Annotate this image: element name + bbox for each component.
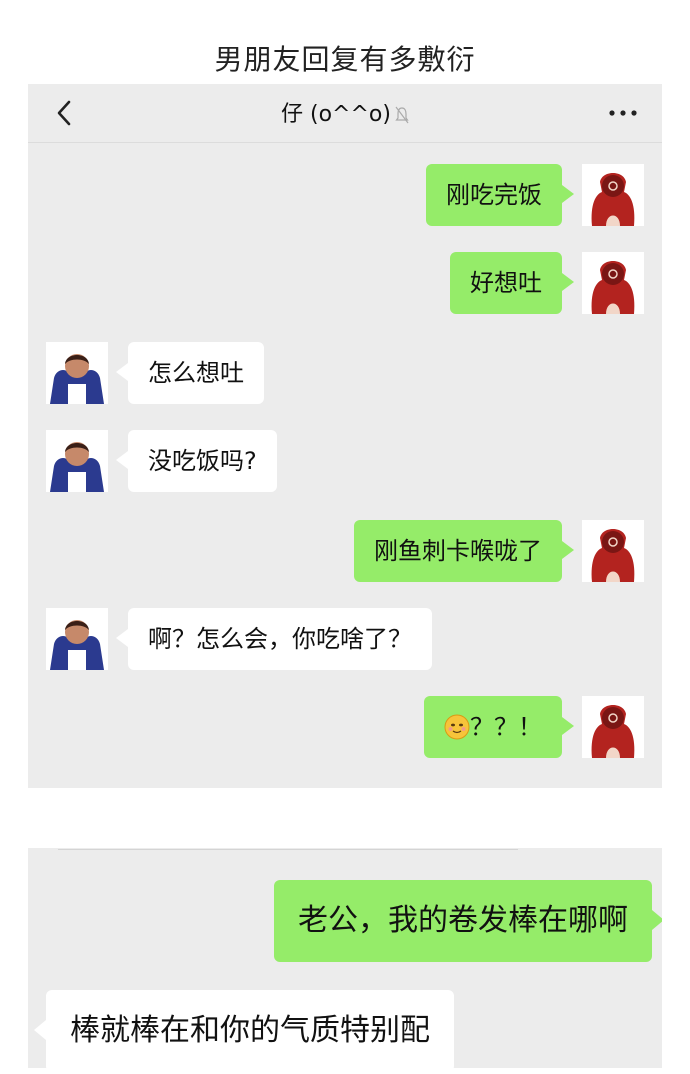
my-message-bubble[interactable]: 刚鱼刺卡喉咙了 (354, 520, 574, 582)
my-message-text: ？？！ (470, 713, 542, 741)
my-avatar[interactable] (582, 696, 644, 758)
friend-message-bubble[interactable]: 啊？怎么会，你吃啥了？ (116, 608, 432, 670)
mute-bell-icon (395, 106, 409, 124)
friend-avatar[interactable] (46, 608, 108, 670)
page-title: 男朋友回复有多敷衍 (214, 43, 476, 76)
chat-nav-bar: 仔 (o^^o) (28, 84, 662, 143)
my-message-bubble[interactable]: 刚吃完饭 (426, 164, 574, 226)
chat-title-text: 仔 (o^^o) (281, 102, 391, 127)
chat-screenshot-1: 仔 (o^^o) 刚吃完饭 好想吐 怎么想吐 没吃饭吗? 刚鱼刺卡喉咙了 啊？怎… (28, 84, 662, 788)
my-message-bubble[interactable]: 老公，我的卷发棒在哪啊 (274, 880, 662, 962)
friend-avatar[interactable] (46, 430, 108, 492)
my-avatar[interactable] (582, 164, 644, 226)
chat-screenshot-2: 老公，我的卷发棒在哪啊 棒就棒在和你的气质特别配 (28, 848, 662, 1068)
my-message-bubble[interactable]: ？？！ (424, 696, 574, 758)
my-avatar[interactable] (582, 520, 644, 582)
more-dots-icon[interactable] (606, 100, 640, 126)
smile-emoji-icon (444, 714, 470, 740)
friend-message-bubble[interactable]: 棒就棒在和你的气质特别配 (34, 990, 454, 1068)
my-avatar[interactable] (582, 252, 644, 314)
my-message-bubble[interactable]: 好想吐 (450, 252, 574, 314)
chat-title: 仔 (o^^o) (28, 96, 662, 128)
friend-message-bubble[interactable]: 没吃饭吗? (116, 430, 277, 492)
friend-avatar[interactable] (46, 342, 108, 404)
divider (58, 849, 518, 850)
friend-message-bubble[interactable]: 怎么想吐 (116, 342, 264, 404)
